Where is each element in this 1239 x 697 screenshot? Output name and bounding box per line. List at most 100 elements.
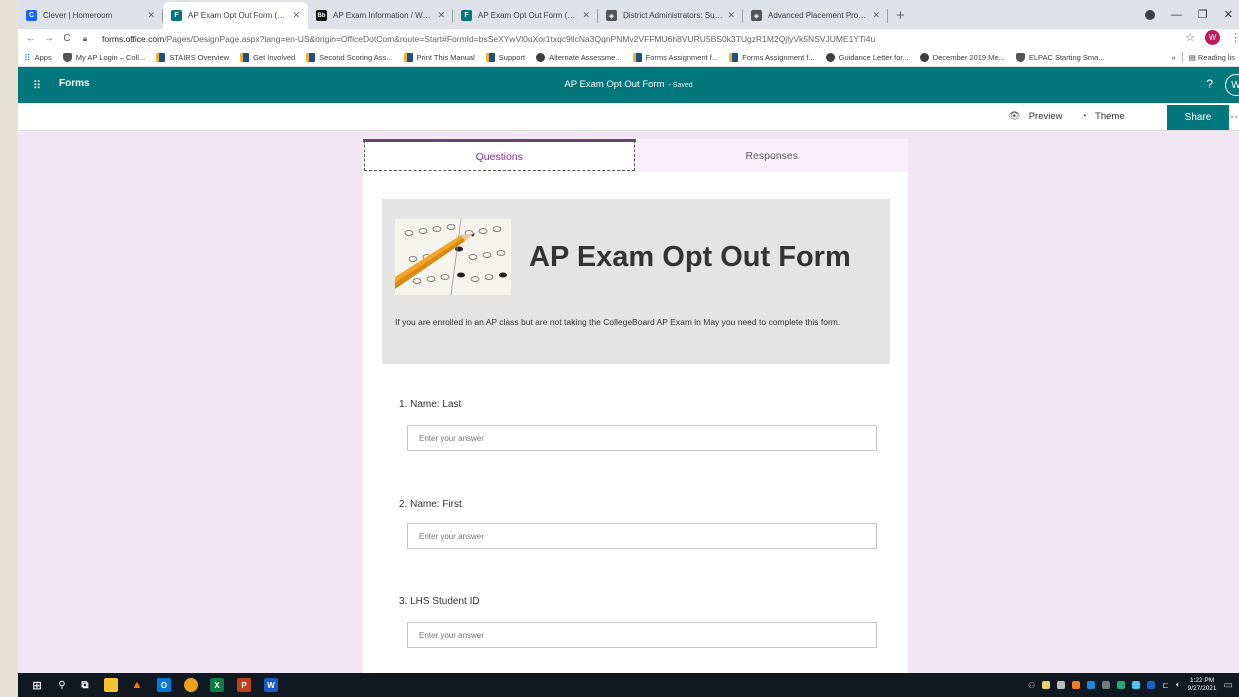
- bookmark-item[interactable]: ⠿ Apps: [24, 52, 52, 63]
- word-icon[interactable]: W: [264, 678, 278, 692]
- browser-tab-active[interactable]: F AP Exam Opt Out Form (Edit) M ✕: [163, 2, 308, 29]
- browser-tab[interactable]: ◈ District Administrators: Support ✕: [598, 2, 743, 29]
- more-options-icon[interactable]: ···: [1230, 109, 1239, 123]
- bookmark-item[interactable]: My AP Login – Coll...: [62, 52, 145, 62]
- windows-start-icon[interactable]: ⊞: [30, 678, 44, 692]
- tray-app-icon[interactable]: [1132, 681, 1141, 689]
- bookmark-item[interactable]: ELPAC Starting Sma...: [1015, 52, 1105, 62]
- preview-button[interactable]: 👁︎ Preview: [1008, 111, 1063, 122]
- question-2-answer-field[interactable]: [407, 523, 877, 549]
- form-title[interactable]: AP Exam Opt Out Form: [529, 241, 851, 274]
- url-path: /Pages/DesignPage.aspx?lang=en-US&origin…: [164, 33, 876, 44]
- flag-icon: [156, 52, 166, 62]
- header-form-title: AP Exam Opt Out Form - Saved: [18, 79, 1239, 90]
- form-header-banner[interactable]: AP Exam Opt Out Form If you are enrolled…: [382, 199, 890, 364]
- browser-tab[interactable]: C Clever | Homeroom ✕: [18, 2, 163, 29]
- profile-avatar[interactable]: W: [1205, 30, 1220, 45]
- close-tab-icon[interactable]: ✕: [727, 10, 735, 21]
- bookmark-item[interactable]: Alternate Assessme...: [536, 52, 622, 62]
- minimize-icon[interactable]: —: [1171, 9, 1182, 21]
- browser-tab[interactable]: ◈ Advanced Placement Program - ✕: [743, 2, 888, 29]
- bookmark-item[interactable]: Support: [485, 52, 526, 62]
- bookmark-item[interactable]: Forms Assignment f...: [632, 52, 719, 62]
- url-field[interactable]: forms.office.com/Pages/DesignPage.aspx?l…: [102, 34, 875, 44]
- bookmark-item[interactable]: Print This Manual: [403, 52, 475, 62]
- tray-app-icon[interactable]: [1102, 681, 1111, 689]
- theme-button[interactable]: ◔ Theme: [1081, 111, 1125, 122]
- shield-icon: [1015, 52, 1025, 62]
- tray-app-icon[interactable]: [1072, 681, 1081, 689]
- task-view-icon[interactable]: ⧉: [78, 678, 92, 692]
- question-1-label[interactable]: 1. Name: Last: [399, 399, 461, 410]
- graduation-cap-icon: [919, 52, 929, 62]
- browser-tab[interactable]: Bb AP Exam Information / Welcome ✕: [308, 2, 453, 29]
- tray-app-icon[interactable]: [1057, 681, 1066, 689]
- forward-icon[interactable]: →: [42, 33, 56, 44]
- back-icon[interactable]: ←: [24, 33, 38, 44]
- bookmarks-overflow-button[interactable]: »: [1172, 53, 1176, 62]
- excel-icon[interactable]: X: [210, 678, 224, 692]
- file-explorer-icon[interactable]: [104, 678, 118, 692]
- help-icon[interactable]: ?: [1206, 77, 1213, 91]
- close-window-icon[interactable]: ✕: [1224, 8, 1233, 21]
- network-icon[interactable]: ⊏: [1162, 681, 1169, 690]
- question-3-answer-field[interactable]: [407, 622, 877, 648]
- bookmark-label: Support: [498, 52, 526, 62]
- chrome-icon[interactable]: [184, 678, 198, 692]
- close-tab-icon[interactable]: ✕: [147, 10, 155, 21]
- mail-icon[interactable]: [1042, 681, 1051, 689]
- search-icon[interactable]: ⚲: [55, 678, 69, 692]
- bookmark-label: Forms Assignment f...: [742, 52, 815, 62]
- tab-questions[interactable]: Questions: [363, 139, 636, 172]
- clock-date: 9/27/2021: [1187, 685, 1217, 692]
- command-bar: 👁︎ Preview ◔ Theme Share ···: [18, 103, 1239, 131]
- bookmark-star-icon[interactable]: ☆: [1185, 31, 1195, 44]
- tab-label: District Administrators: Support: [623, 11, 724, 20]
- close-tab-icon[interactable]: ✕: [437, 10, 445, 21]
- volume-icon[interactable]: 🔈︎: [1176, 680, 1181, 690]
- reload-icon[interactable]: C: [60, 33, 74, 44]
- share-button[interactable]: Share: [1167, 105, 1229, 130]
- tray-app-icon[interactable]: [1087, 681, 1096, 689]
- tray-app-icon[interactable]: [1117, 681, 1126, 689]
- tab-label: Clever | Homeroom: [43, 11, 113, 20]
- address-bar-actions: ☆ W ⋮: [1185, 30, 1239, 45]
- bookmark-item[interactable]: Guidance Letter for...: [825, 52, 909, 62]
- reading-list-button[interactable]: ▤ Reading lis: [1189, 53, 1235, 62]
- bookmark-item[interactable]: Get Involved: [240, 52, 295, 62]
- powerpoint-icon[interactable]: P: [237, 678, 251, 692]
- question-2-label[interactable]: 2. Name: First: [399, 499, 462, 510]
- tab-responses[interactable]: Responses: [635, 139, 908, 172]
- kebab-menu-icon[interactable]: ⋮: [1230, 31, 1239, 44]
- bookmark-label: Forms Assignment f...: [645, 52, 719, 62]
- bookmark-label: STAIRS Overview: [169, 52, 230, 62]
- maximize-icon[interactable]: ❐: [1198, 8, 1208, 21]
- chrome-menu-icon[interactable]: [1144, 9, 1155, 20]
- user-avatar[interactable]: W: [1225, 74, 1239, 96]
- forms-header: ⠿ Forms AP Exam Opt Out Form - Saved ? W: [18, 67, 1239, 103]
- tray-app-icon[interactable]: [1147, 681, 1156, 689]
- people-icon[interactable]: ⚇: [1028, 681, 1035, 690]
- clock[interactable]: 1:22 PM 9/27/2021: [1188, 677, 1217, 693]
- header-title-text: AP Exam Opt Out Form: [564, 79, 665, 90]
- screen: C Clever | Homeroom ✕ F AP Exam Opt Out …: [18, 0, 1239, 697]
- question-3-label[interactable]: 3. LHS Student ID: [399, 596, 480, 607]
- bookmark-item[interactable]: STAIRS Overview: [156, 52, 230, 62]
- bookmark-item[interactable]: December 2019 Me...: [919, 52, 1005, 62]
- new-tab-button[interactable]: +: [888, 2, 913, 29]
- notifications-icon[interactable]: ▭: [1224, 680, 1233, 691]
- apps-grid-icon: ⠿: [24, 52, 31, 63]
- lock-icon[interactable]: 🔒︎: [78, 34, 92, 44]
- close-tab-icon[interactable]: ✕: [872, 10, 880, 21]
- close-tab-icon[interactable]: ✕: [292, 10, 300, 21]
- question-1-answer-field[interactable]: [407, 425, 877, 451]
- bookmark-item[interactable]: Second Scoring Ass...: [306, 52, 393, 62]
- vlc-icon[interactable]: ▲: [130, 678, 144, 692]
- browser-tab[interactable]: F AP Exam Opt Out Form (Previe ✕: [453, 2, 598, 29]
- bookmark-label: Apps: [34, 52, 52, 62]
- form-description[interactable]: If you are enrolled in an AP class but a…: [395, 315, 885, 330]
- outlook-icon[interactable]: O: [157, 678, 171, 692]
- close-tab-icon[interactable]: ✕: [582, 10, 590, 21]
- tab-label: Advanced Placement Program -: [768, 11, 868, 20]
- bookmark-item[interactable]: Forms Assignment f...: [729, 52, 815, 62]
